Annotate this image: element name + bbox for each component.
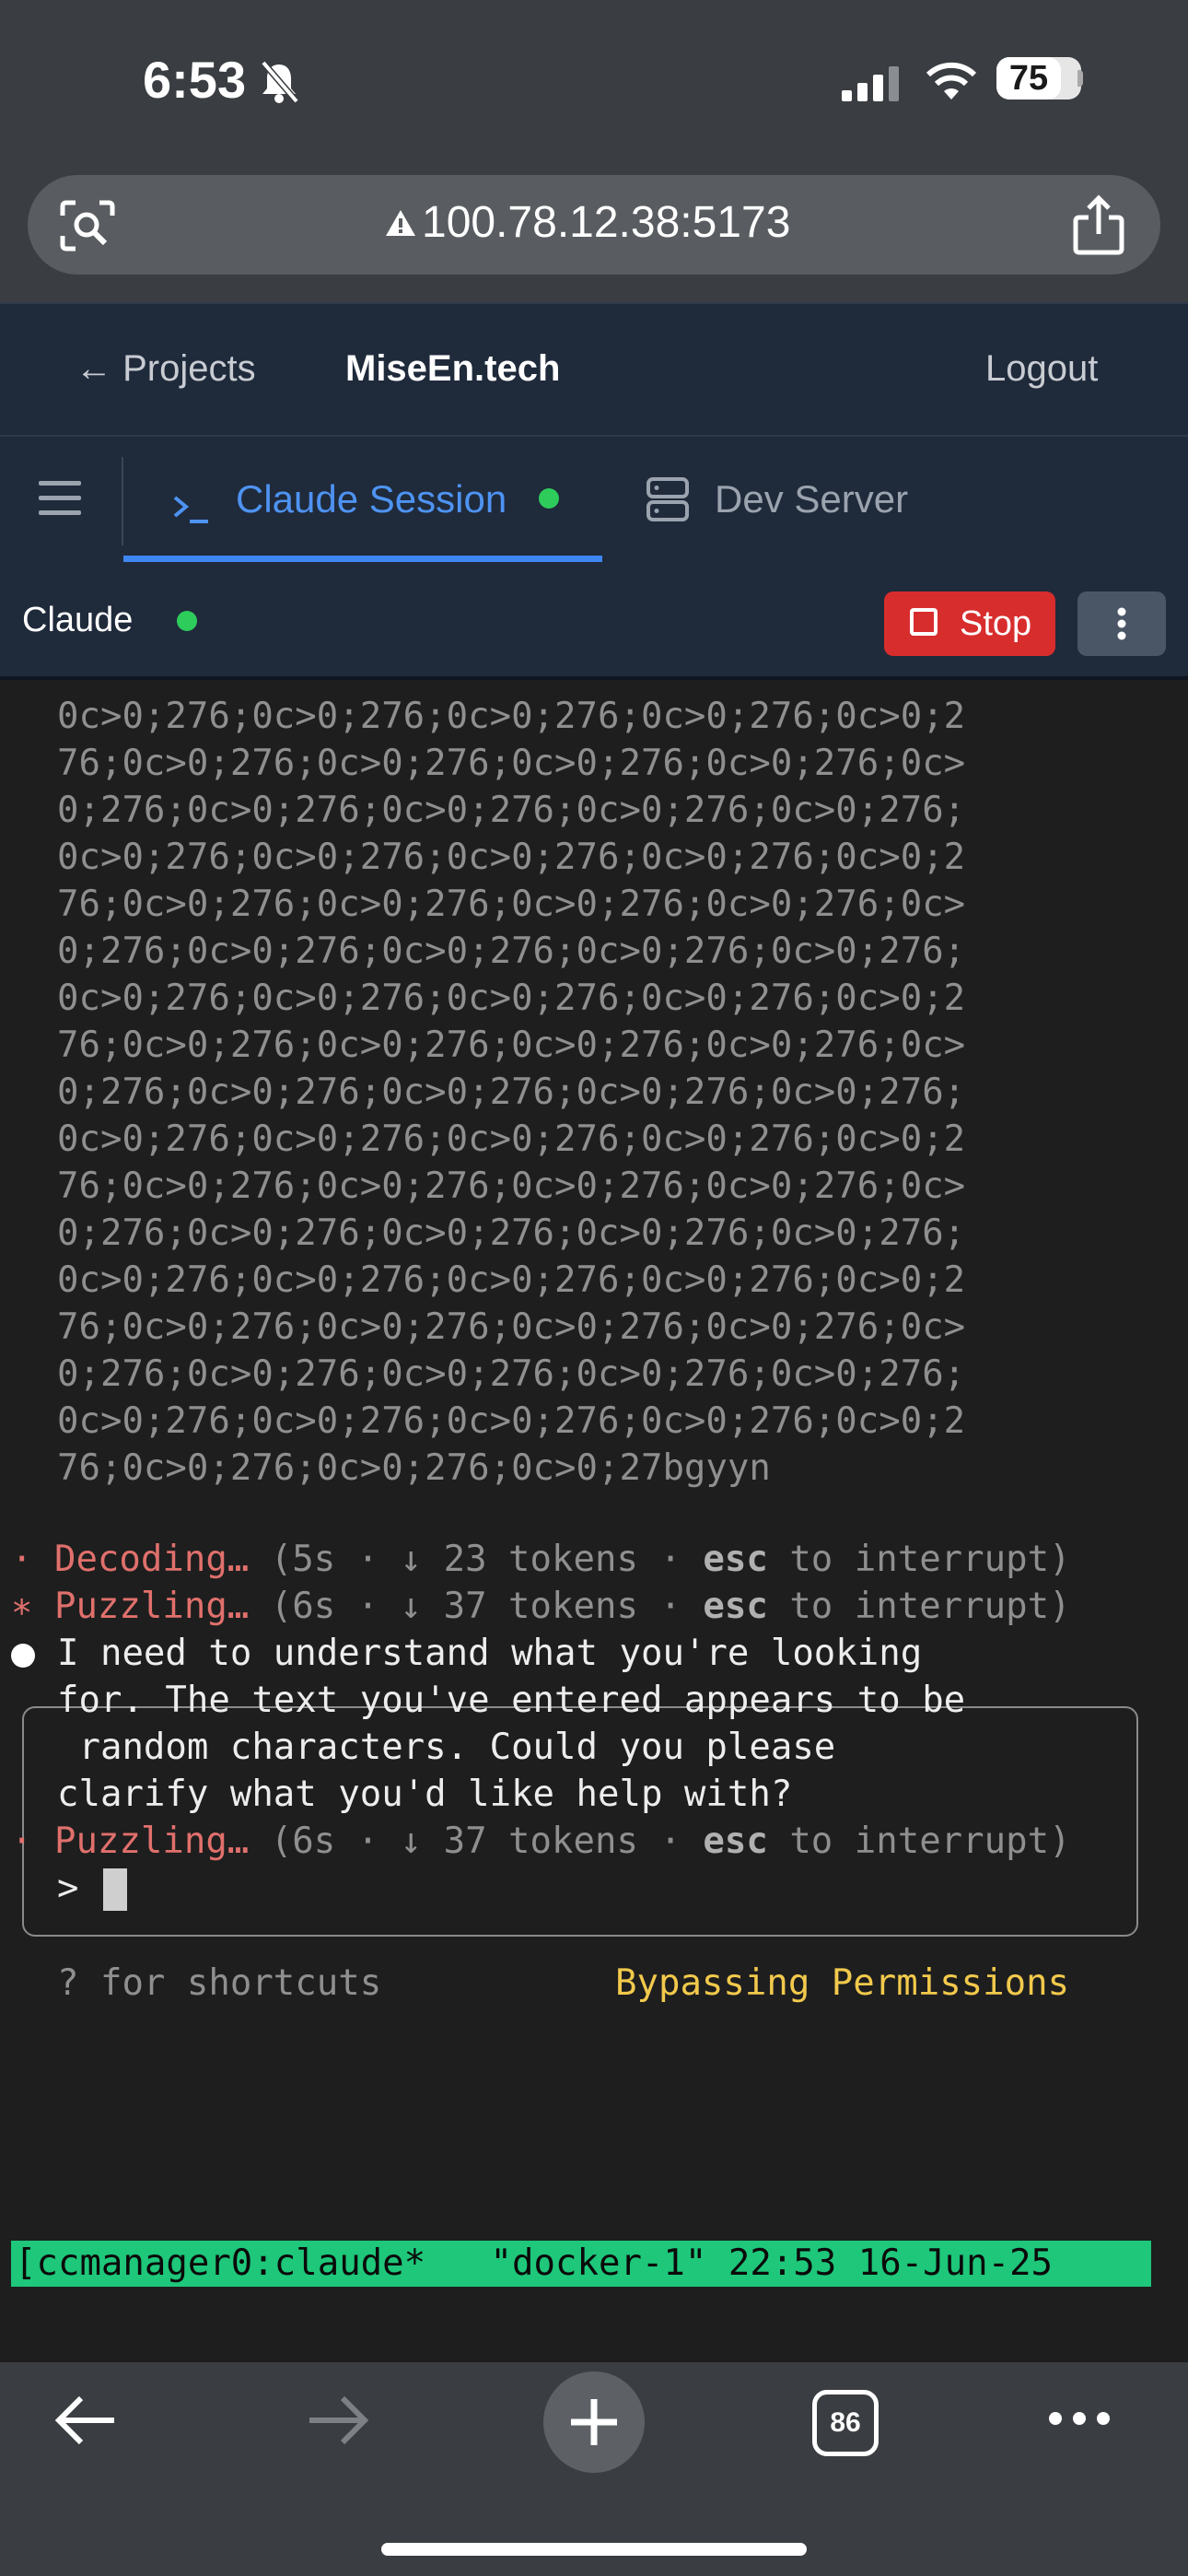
wifi-icon (926, 62, 977, 100)
share-icon[interactable] (1070, 193, 1127, 258)
terminal-prompt-icon (173, 496, 208, 523)
not-secure-warning-icon (386, 210, 415, 236)
session-status-dot (539, 488, 559, 509)
spinner-status-line: · Decoding… (5s · ↓ 23 tokens · esc to i… (11, 1539, 1071, 1580)
stop-icon (910, 608, 938, 636)
active-tab-indicator (123, 556, 602, 562)
terminal-output-line: 76;0c>0;276;0c>0;276;0c>0;276;0c>0;276;0… (57, 1306, 966, 1348)
terminal-output-line: 0;276;0c>0;276;0c>0;276;0c>0;276;0c>0;27… (57, 1212, 966, 1254)
assistant-message-line: for. The text you've entered appears to … (57, 1680, 966, 1721)
terminal-output-line: 0c>0;276;0c>0;276;0c>0;276;0c>0;276;0c>0… (57, 1400, 966, 1442)
forward-arrow-icon[interactable] (304, 2391, 370, 2450)
terminal-output-line: 76;0c>0;276;0c>0;276;0c>0;276;0c>0;276;0… (57, 884, 966, 925)
logout-button[interactable]: Logout (985, 341, 1098, 396)
assistant-message-line: I need to understand what you're looking (57, 1633, 923, 1674)
cellular-signal-icon (842, 66, 899, 101)
silent-bell-icon (261, 60, 299, 104)
tmux-status-text: [ccmanager0:claude* "docker-1" 22:53 16-… (15, 2242, 1054, 2284)
spinner-status-line: · Puzzling… (6s · ↓ 37 tokens · esc to i… (11, 1821, 1071, 1862)
more-dots-icon[interactable] (1046, 2409, 1112, 2428)
tmux-status-bar: [ccmanager0:claude* "docker-1" 22:53 16-… (11, 2241, 1151, 2287)
prompt-caret: > (57, 1868, 79, 1909)
terminal-output-line: 0c>0;276;0c>0;276;0c>0;276;0c>0;276;0c>0… (57, 978, 966, 1019)
url-text[interactable]: 100.78.12.38:5173 (422, 195, 790, 251)
assistant-message-line: random characters. Could you please (57, 1727, 836, 1768)
tabs-icon[interactable]: 86 (812, 2390, 879, 2456)
terminal-output-line: 0c>0;276;0c>0;276;0c>0;276;0c>0;276;0c>0… (57, 837, 966, 878)
session-label: Claude (22, 601, 134, 639)
terminal-output-line: 0c>0;276;0c>0;276;0c>0;276;0c>0;276;0c>0… (57, 1259, 966, 1301)
plus-icon (571, 2399, 617, 2445)
spinner-status-line: ∗ Puzzling… (6s · ↓ 37 tokens · esc to i… (11, 1586, 1071, 1627)
home-indicator (381, 2543, 807, 2556)
terminal-output-line: 0;276;0c>0;276;0c>0;276;0c>0;276;0c>0;27… (57, 1353, 966, 1395)
terminal-output-line: 76;0c>0;276;0c>0;276;0c>0;276;0c>0;276;0… (57, 1165, 966, 1207)
terminal-output-line: 76;0c>0;276;0c>0;276;0c>0;276;0c>0;276;0… (57, 1025, 966, 1066)
new-tab-button[interactable] (543, 2371, 645, 2473)
terminal-output-line: 76;0c>0;276;0c>0;276;0c>0;276;0c>0;276;0… (57, 743, 966, 784)
tab-dev-server-label: Dev Server (715, 477, 909, 521)
back-arrow-icon[interactable] (53, 2391, 120, 2450)
terminal-output-line: 0c>0;276;0c>0;276;0c>0;276;0c>0;276;0c>0… (57, 696, 966, 737)
battery-level: 75 (996, 57, 1061, 100)
terminal-output-line: 0;276;0c>0;276;0c>0;276;0c>0;276;0c>0;27… (57, 931, 966, 972)
battery-tip (1077, 70, 1083, 87)
assistant-message-line: clarify what you'd like help with? (57, 1774, 793, 1815)
battery-indicator: 75 (996, 57, 1081, 100)
kebab-icon (1117, 607, 1126, 640)
tab-count: 86 (830, 2407, 861, 2438)
shortcuts-hint: ? for shortcuts (57, 1962, 382, 2004)
terminal-output-line: 0c>0;276;0c>0;276;0c>0;276;0c>0;276;0c>0… (57, 1118, 966, 1160)
hamburger-icon[interactable] (37, 477, 83, 520)
tab-claude-session-label: Claude Session (236, 477, 507, 521)
terminal-output-line: 0;276;0c>0;276;0c>0;276;0c>0;276;0c>0;27… (57, 790, 966, 831)
permissions-mode: Bypassing Permissions (615, 1962, 1070, 2004)
terminal-output-line: 76;0c>0;276;0c>0;276;0c>0;27bgyyn (57, 1447, 771, 1489)
terminal-output-line: 0;276;0c>0;276;0c>0;276;0c>0;276;0c>0;27… (57, 1071, 966, 1113)
text-cursor (103, 1868, 127, 1911)
more-options-button[interactable] (1077, 591, 1166, 656)
assistant-message-bullet (11, 1644, 35, 1668)
status-time: 6:53 (143, 51, 247, 109)
brand-title: MiseEn.tech (345, 348, 561, 389)
stop-button-label: Stop (960, 604, 1032, 643)
session-running-dot (177, 611, 197, 631)
lens-icon[interactable] (55, 195, 120, 256)
stop-button[interactable]: Stop (884, 591, 1055, 656)
server-icon (646, 477, 689, 521)
projects-back-link[interactable]: ← Projects (76, 341, 256, 396)
